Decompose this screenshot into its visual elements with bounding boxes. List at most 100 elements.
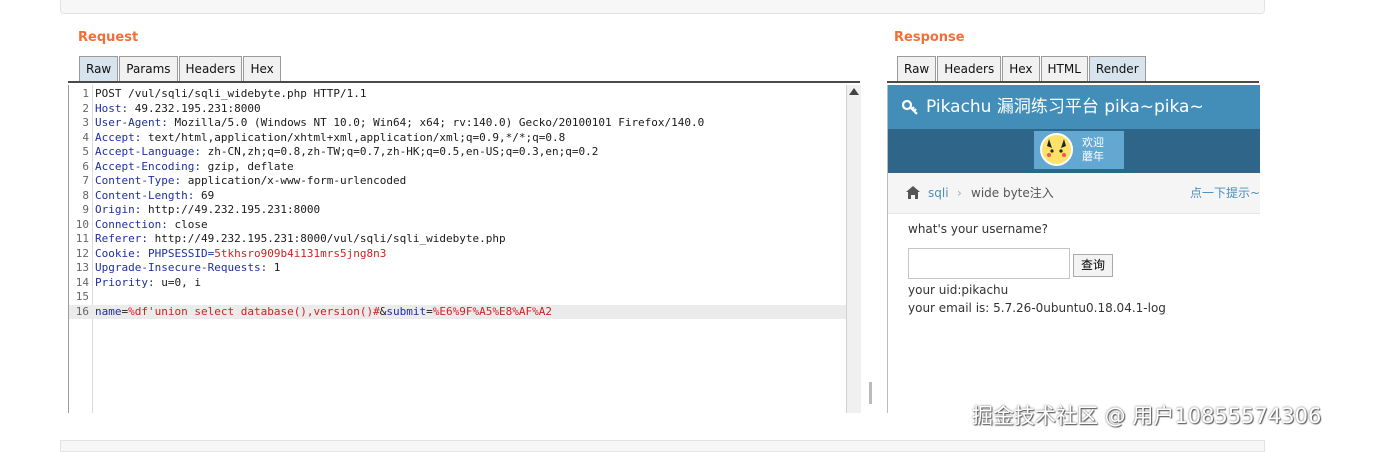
request-tab-params[interactable]: Params xyxy=(119,56,178,81)
header-value: 49.232.195.231:8000 xyxy=(128,101,261,115)
header-value: Mozilla/5.0 (Windows NT 10.0; Win64; x64… xyxy=(167,116,705,129)
code-line[interactable]: 16 name = %df'union select database(),versi… xyxy=(69,304,846,320)
request-tab-hex[interactable]: Hex xyxy=(243,56,281,81)
header-key: Cookie: xyxy=(95,246,142,260)
code-line[interactable]: 2 Host: 49.232.195.231:8000 xyxy=(69,102,846,117)
response-title: Response xyxy=(894,30,965,45)
site-header: Pikachu 漏洞练习平台 pika~pika~ xyxy=(888,85,1260,129)
line-number: 1 xyxy=(82,87,89,100)
line-number: 8 xyxy=(82,188,89,202)
request-tab-underline xyxy=(68,81,860,83)
line-text[interactable]: Connection: close xyxy=(92,218,208,233)
code-line[interactable]: 15 xyxy=(69,290,846,305)
pikachu-avatar-icon xyxy=(1047,139,1066,157)
param-value: %E6%9F%A5%E8%AF%A2 xyxy=(432,304,553,318)
user-bar: 欢迎 蘑年 xyxy=(888,129,1260,173)
home-icon[interactable] xyxy=(906,186,920,199)
line-number: 11 xyxy=(75,232,89,245)
watermark: 掘金技术社区 @ 用户10855574306 xyxy=(972,404,1322,428)
line-text[interactable]: Cookie: PHPSESSID=5tkhsro909b4i131mrs5jn… xyxy=(92,247,386,262)
code-line[interactable]: 13 Upgrade-Insecure-Requests: 1 xyxy=(69,261,846,276)
response-tab-raw[interactable]: Raw xyxy=(897,56,937,81)
line-text[interactable] xyxy=(92,290,95,305)
code-line[interactable]: 11 Referer: http://49.232.195.231:8000/vu… xyxy=(69,232,846,247)
response-tab-html[interactable]: HTML xyxy=(1040,56,1088,81)
response-tab-render[interactable]: Render xyxy=(1088,56,1146,81)
line-number: 7 xyxy=(82,174,89,187)
header-value: 69 xyxy=(194,188,215,202)
avatar xyxy=(1040,133,1073,166)
line-number: 13 xyxy=(75,261,89,274)
header-key: PHPSESSID xyxy=(147,246,208,260)
header-value: close xyxy=(167,217,208,231)
site-brand[interactable]: Pikachu 漏洞练习平台 pika~pika~ xyxy=(926,85,1204,129)
request-title: Request xyxy=(78,30,139,45)
line-number: 14 xyxy=(75,275,89,289)
hint-link[interactable]: 点一下提示~ xyxy=(1190,173,1260,213)
line-text[interactable]: Referer: http://49.232.195.231:8000/vul/… xyxy=(92,232,506,247)
request-tabs: Raw Params Headers Hex xyxy=(79,56,282,81)
query-button[interactable]: 查询 xyxy=(1073,254,1113,277)
header-value: 1 xyxy=(267,261,281,274)
breadcrumb-sqli-link[interactable]: sqli xyxy=(928,173,949,213)
header-key: Connection: xyxy=(95,217,168,231)
header-key: Content-Length: xyxy=(95,188,195,202)
header-key: Accept-Language: xyxy=(95,145,201,158)
request-scrollbar[interactable] xyxy=(846,85,861,413)
header-key: Upgrade-Insecure-Requests: xyxy=(95,261,268,274)
request-tab-raw[interactable]: Raw xyxy=(79,56,119,81)
line-text[interactable]: Accept-Encoding: gzip, deflate xyxy=(92,160,294,175)
code-line[interactable]: 3 User-Agent: Mozilla/5.0 (Windows NT 10.… xyxy=(69,116,846,131)
welcome-text: 欢迎 蘑年 xyxy=(1082,136,1104,163)
line-text[interactable]: Upgrade-Insecure-Requests: 1 xyxy=(92,261,280,276)
username-question: what's your username? xyxy=(908,222,1049,236)
response-tabs: Raw Headers Hex HTML Render xyxy=(897,56,1147,81)
line-number: 5 xyxy=(82,145,89,158)
key-icon xyxy=(902,99,918,115)
header-key: Host: xyxy=(95,101,129,115)
line-text[interactable]: name = %df'union select database(),version… xyxy=(92,305,552,320)
splitter-handle[interactable] xyxy=(869,382,872,404)
code-line[interactable]: 8 Content-Length: 69 xyxy=(69,189,846,204)
line-text[interactable]: Accept: text/html,application/xhtml+xml,… xyxy=(92,131,565,146)
header-value: http://49.232.195.231:8000 xyxy=(141,203,321,216)
line-number: 12 xyxy=(75,246,89,260)
code-line[interactable]: 1 POST /vul/sqli/sqli_widebyte.php HTTP/1… xyxy=(69,87,846,102)
header-value: gzip, deflate xyxy=(200,159,294,173)
top-panel-edge xyxy=(60,0,1265,14)
header-value: text/html,application/xhtml+xml,applicat… xyxy=(141,130,566,144)
request-code[interactable]: 1 POST /vul/sqli/sqli_widebyte.php HTTP/1… xyxy=(69,87,846,319)
code-line[interactable]: 5 Accept-Language: zh-CN,zh;q=0.8,zh-TW;q… xyxy=(69,145,846,160)
user-menu[interactable]: 欢迎 蘑年 xyxy=(1034,131,1124,169)
header-value: POST /vul/sqli/sqli_widebyte.php HTTP/1.… xyxy=(95,87,367,100)
header-value: u=0, i xyxy=(154,275,201,289)
code-line[interactable]: 10 Connection: close xyxy=(69,218,846,233)
line-text[interactable]: Accept-Language: zh-CN,zh;q=0.8,zh-TW;q=… xyxy=(92,145,598,160)
line-text[interactable]: Origin: http://49.232.195.231:8000 xyxy=(92,203,320,218)
code-line[interactable]: 9 Origin: http://49.232.195.231:8000 xyxy=(69,203,846,218)
code-line[interactable]: 4 Accept: text/html,application/xhtml+xml… xyxy=(69,131,846,146)
code-line[interactable]: 12 Cookie: PHPSESSID=5tkhsro909b4i131mrs5… xyxy=(69,247,846,262)
line-text[interactable]: Content-Length: 69 xyxy=(92,189,214,204)
request-editor[interactable]: 1 POST /vul/sqli/sqli_widebyte.php HTTP/1… xyxy=(68,85,861,413)
line-text[interactable]: User-Agent: Mozilla/5.0 (Windows NT 10.0… xyxy=(92,116,704,131)
line-text[interactable]: Content-Type: application/x-www-form-url… xyxy=(92,174,406,189)
header-key: Accept: xyxy=(95,130,142,144)
scroll-up-arrow-icon[interactable] xyxy=(849,88,859,95)
line-text[interactable]: Priority: u=0, i xyxy=(92,276,201,291)
header-key: User-Agent: xyxy=(95,116,168,129)
header-value: = xyxy=(426,304,433,318)
code-line[interactable]: 7 Content-Type: application/x-www-form-ur… xyxy=(69,174,846,189)
line-text[interactable]: Host: 49.232.195.231:8000 xyxy=(92,102,261,117)
line-number: 9 xyxy=(82,203,89,216)
code-line[interactable]: 14 Priority: u=0, i xyxy=(69,276,846,291)
line-text[interactable]: POST /vul/sqli/sqli_widebyte.php HTTP/1.… xyxy=(92,87,367,102)
response-tab-underline xyxy=(887,81,1259,83)
username-input[interactable] xyxy=(908,248,1070,279)
response-tab-hex[interactable]: Hex xyxy=(1002,56,1040,81)
response-tab-headers[interactable]: Headers xyxy=(937,56,1002,81)
header-key: Origin: xyxy=(95,203,142,216)
request-tab-headers[interactable]: Headers xyxy=(178,56,243,81)
header-key: Priority: xyxy=(95,275,155,289)
code-line[interactable]: 6 Accept-Encoding: gzip, deflate xyxy=(69,160,846,175)
